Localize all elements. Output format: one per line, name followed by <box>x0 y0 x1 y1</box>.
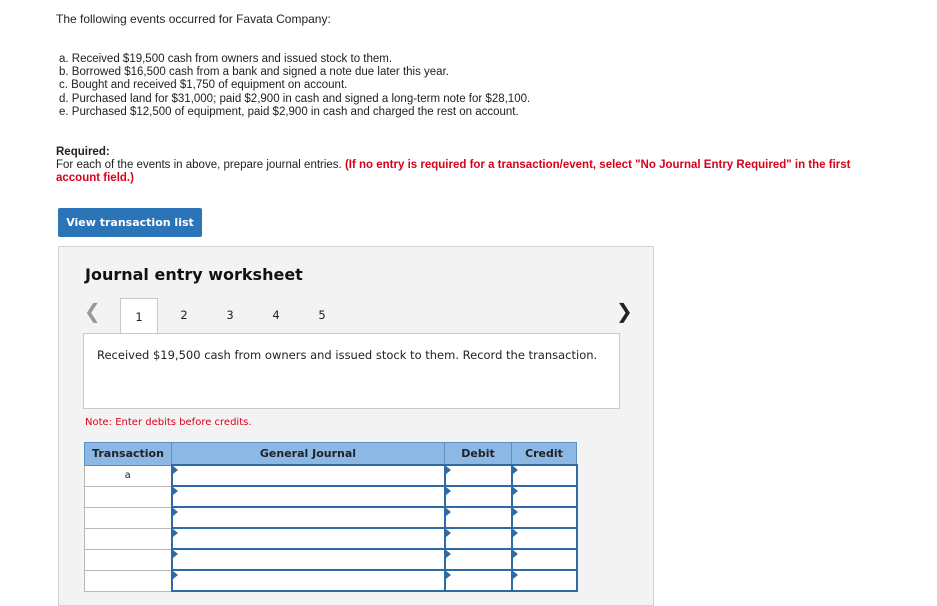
required-text: For each of the events in above, prepare… <box>56 159 342 171</box>
event-item: c. Bought and received $1,750 of equipme… <box>59 79 348 92</box>
debit-input[interactable] <box>443 506 513 529</box>
event-item: b. Borrowed $16,500 cash from a bank and… <box>59 66 449 79</box>
transaction-cell <box>84 506 172 529</box>
credit-input[interactable] <box>510 548 578 571</box>
credit-input[interactable] <box>510 485 578 508</box>
tab-4[interactable]: 4 <box>258 298 294 332</box>
table-row <box>84 485 578 508</box>
event-item: e. Purchased $12,500 of equipment, paid … <box>59 105 519 118</box>
journal-table: Transaction General Journal Debit Credit… <box>84 442 578 592</box>
event-item: a. Received $19,500 cash from owners and… <box>59 53 393 65</box>
col-general-journal: General Journal <box>171 442 445 466</box>
tab-3[interactable]: 3 <box>212 298 248 332</box>
transaction-description: Received $19,500 cash from owners and is… <box>83 333 620 409</box>
credit-input[interactable] <box>510 464 578 487</box>
transaction-cell <box>84 548 172 571</box>
account-input[interactable] <box>170 464 446 487</box>
entry-note: Note: Enter debits before credits. <box>85 417 252 428</box>
prev-arrow-icon[interactable]: ❮ <box>84 299 101 323</box>
journal-worksheet-panel: Journal entry worksheet ❮ ❯ 1 2 3 4 5 Re… <box>58 246 654 606</box>
required-heading: Required: <box>56 146 110 158</box>
debit-input[interactable] <box>443 569 513 592</box>
table-row <box>84 506 578 529</box>
account-input[interactable] <box>170 569 446 592</box>
transaction-cell <box>84 527 172 550</box>
account-input[interactable] <box>170 485 446 508</box>
account-input[interactable] <box>170 548 446 571</box>
account-input[interactable] <box>170 527 446 550</box>
transaction-cell <box>84 485 172 508</box>
table-row <box>84 548 578 571</box>
debit-input[interactable] <box>443 548 513 571</box>
col-credit: Credit <box>511 442 577 466</box>
col-transaction: Transaction <box>84 442 172 466</box>
col-debit: Debit <box>444 442 512 466</box>
event-item: d. Purchased land for $31,000; paid $2,9… <box>59 92 531 105</box>
tab-5[interactable]: 5 <box>304 298 340 332</box>
intro-text: The following events occurred for Favata… <box>56 12 331 26</box>
credit-input[interactable] <box>510 527 578 550</box>
next-arrow-icon[interactable]: ❯ <box>616 299 633 323</box>
worksheet-title: Journal entry worksheet <box>85 265 303 284</box>
tab-2[interactable]: 2 <box>166 298 202 332</box>
transaction-cell <box>84 569 172 592</box>
tab-1[interactable]: 1 <box>120 298 158 334</box>
table-row <box>84 527 578 550</box>
credit-input[interactable] <box>510 506 578 529</box>
debit-input[interactable] <box>443 527 513 550</box>
view-transaction-list-button[interactable]: View transaction list <box>58 208 202 237</box>
table-row: a <box>84 464 578 487</box>
debit-input[interactable] <box>443 485 513 508</box>
required-section: Required: For each of the events in abov… <box>56 146 886 185</box>
account-input[interactable] <box>170 506 446 529</box>
credit-input[interactable] <box>510 569 578 592</box>
transaction-cell: a <box>84 464 172 487</box>
debit-input[interactable] <box>443 464 513 487</box>
event-list: a. Received $19,500 cash from owners and… <box>59 53 530 119</box>
table-row <box>84 569 578 592</box>
